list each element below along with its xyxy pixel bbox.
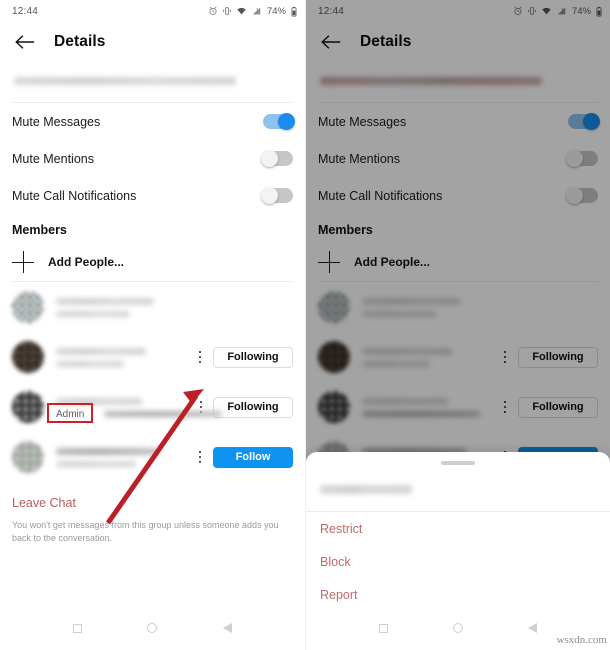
- follow-state-button[interactable]: Following: [213, 346, 293, 368]
- toggle-mute-call-notifications[interactable]: [261, 186, 293, 204]
- back-triangle-icon[interactable]: [223, 623, 233, 633]
- battery-icon: [291, 6, 297, 16]
- home-circle-icon[interactable]: [452, 623, 463, 633]
- group-name-blur: [14, 77, 236, 85]
- nav-bar: [0, 606, 305, 650]
- sheet-option-restrict[interactable]: Restrict: [306, 512, 610, 545]
- status-time: 12:44: [12, 5, 39, 17]
- status-icons: x 74%: [208, 6, 297, 17]
- alarm-icon: [209, 6, 217, 15]
- member-name-redacted: [56, 347, 193, 367]
- recents-square-icon[interactable]: [72, 623, 82, 633]
- add-people-label: Add People...: [48, 255, 125, 269]
- member-row[interactable]: Follow: [0, 432, 305, 482]
- sheet-username-blur: [320, 485, 412, 494]
- vibrate-icon: [223, 7, 231, 15]
- screenshot-root: 12:44 x 74% Details Mute Messages Mute M…: [0, 0, 610, 650]
- phone-screen-right: 12:44 x 74% Details Mute Messages Mute M…: [305, 0, 610, 650]
- back-arrow-icon[interactable]: [12, 29, 38, 55]
- member-name-redacted: [56, 297, 293, 317]
- members-heading: Members: [12, 223, 67, 237]
- member-name-redacted: [56, 447, 193, 467]
- leave-chat-button[interactable]: Leave Chat: [0, 482, 305, 510]
- watermark: wsxdn.com: [556, 634, 607, 646]
- setting-row-mute-call-notifications[interactable]: Mute Call Notifications: [0, 177, 305, 214]
- admin-badge: Admin: [52, 408, 89, 421]
- setting-row-mute-mentions[interactable]: Mute Mentions: [0, 140, 305, 177]
- wifi-icon: [237, 7, 246, 15]
- toggle-mute-mentions[interactable]: [261, 149, 293, 167]
- member-overflow-menu[interactable]: [193, 351, 207, 363]
- member-overflow-menu[interactable]: [193, 451, 207, 463]
- home-circle-icon[interactable]: [147, 623, 158, 633]
- member-row[interactable]: [0, 282, 305, 332]
- phone-screen-left: 12:44 x 74% Details Mute Messages Mute M…: [0, 0, 305, 650]
- recents-square-icon[interactable]: [378, 623, 388, 633]
- sheet-option-block[interactable]: Block: [306, 545, 610, 578]
- back-triangle-icon[interactable]: [528, 623, 538, 633]
- setting-label: Mute Messages: [12, 114, 101, 129]
- member-row-admin[interactable]: Admin Following: [0, 382, 305, 432]
- sheet-username-redacted: [306, 465, 610, 511]
- group-name-redacted: [0, 62, 305, 102]
- plus-icon: [12, 251, 34, 273]
- setting-label: Mute Call Notifications: [12, 188, 137, 203]
- avatar: [12, 291, 44, 323]
- setting-row-mute-messages[interactable]: Mute Messages: [0, 103, 305, 140]
- avatar: [12, 441, 44, 473]
- follow-state-button[interactable]: Following: [213, 396, 293, 418]
- leave-chat-note: You won't get messages from this group u…: [12, 520, 279, 544]
- member-row[interactable]: Following: [0, 332, 305, 382]
- setting-label: Mute Mentions: [12, 151, 94, 166]
- battery-percent: 74%: [266, 5, 286, 17]
- add-people-button[interactable]: Add People...: [0, 243, 305, 281]
- signal-icon: x: [252, 7, 261, 15]
- toggle-mute-messages[interactable]: [263, 112, 295, 130]
- avatar: [12, 391, 44, 423]
- avatar: [12, 341, 44, 373]
- status-bar: 12:44 x 74%: [0, 0, 305, 22]
- follow-button[interactable]: Follow: [213, 446, 293, 468]
- page-title: Details: [54, 33, 106, 50]
- app-bar: Details: [0, 22, 305, 62]
